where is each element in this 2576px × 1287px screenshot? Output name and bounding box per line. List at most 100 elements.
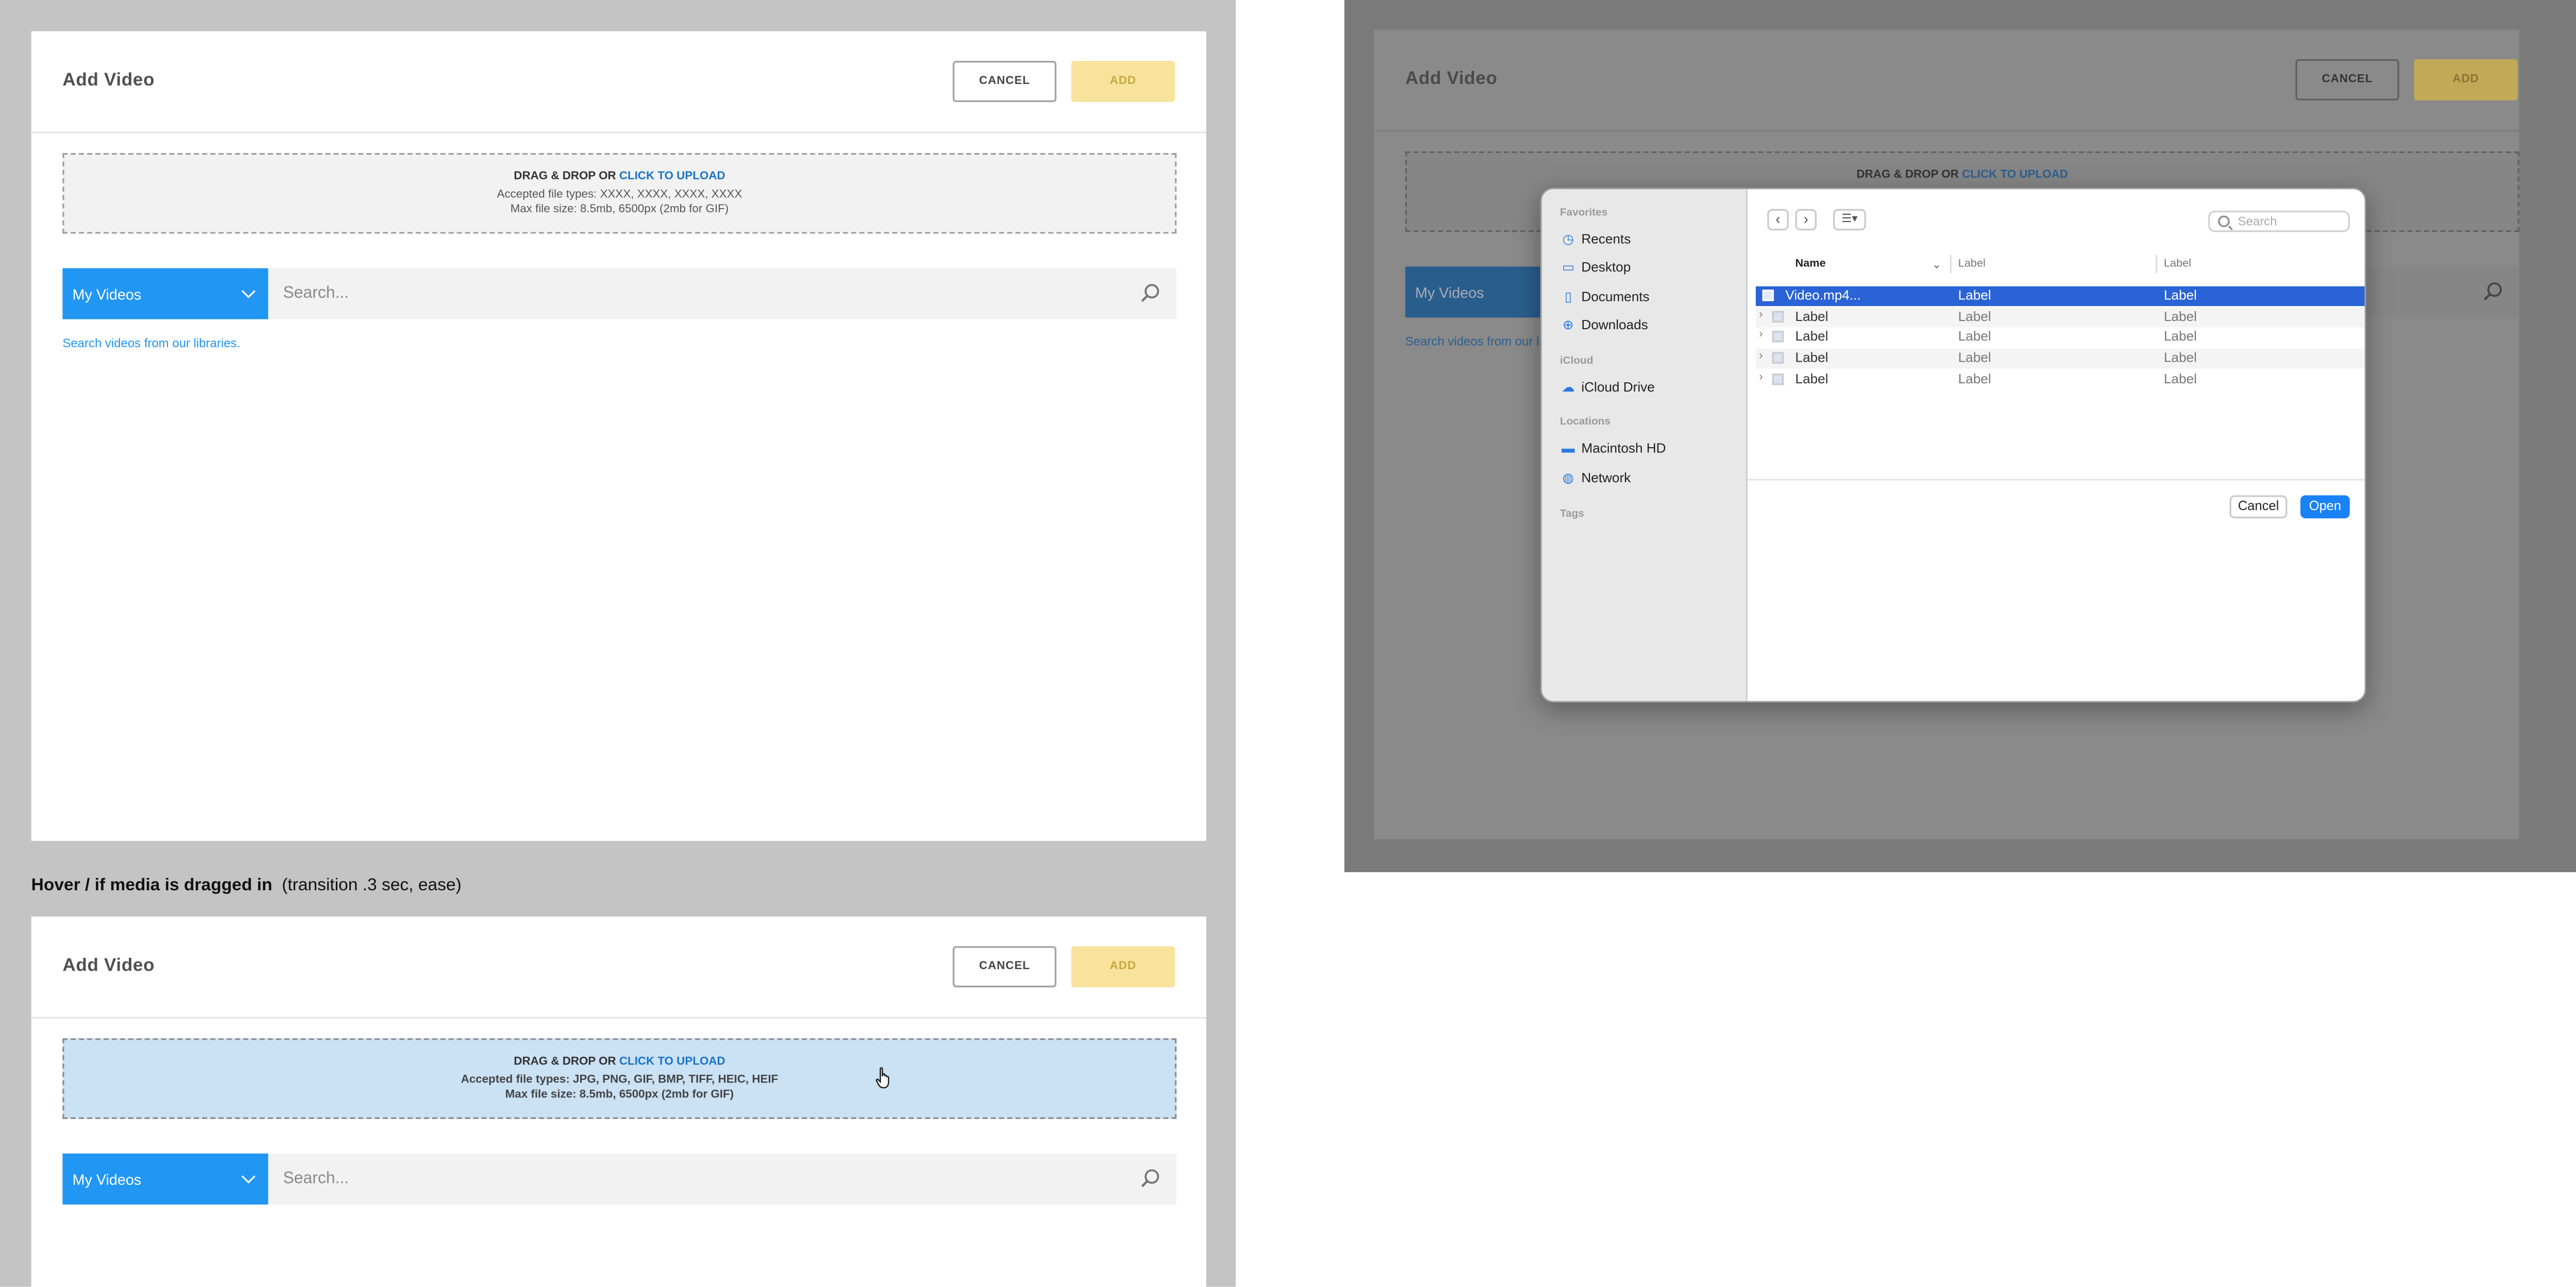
file-row[interactable]: › Label Label Label: [1756, 328, 2365, 347]
view-options-button[interactable]: ☰▾: [1833, 209, 1866, 231]
upload-dropzone-hover[interactable]: DRAG & DROP OR CLICK TO UPLOAD Accepted …: [62, 1038, 1177, 1119]
sidebar-item-recents[interactable]: ◷ Recents: [1562, 232, 1631, 247]
file-picker-dialog: Favorites ◷ Recents ▭ Desktop ▯ Documents ⊕…: [1540, 188, 2366, 703]
file-icon: [1762, 290, 1774, 301]
disclosure-icon[interactable]: ›: [1759, 350, 1762, 362]
search-placeholder: Search...: [283, 1170, 349, 1188]
dropzone-heading: DRAG & DROP OR CLICK TO UPLOAD: [1407, 168, 2518, 184]
sidebar-item-downloads[interactable]: ⊕ Downloads: [1562, 317, 1648, 332]
search-input[interactable]: Search...: [268, 1153, 1177, 1205]
library-select[interactable]: My Videos: [62, 268, 268, 319]
download-icon: ⊕: [1563, 316, 1574, 332]
sidebar-item-label: iCloud Drive: [1581, 380, 1655, 395]
disclosure-icon[interactable]: ›: [1759, 329, 1762, 341]
file-cell: Label: [1958, 329, 1991, 344]
chevron-down-icon[interactable]: ⌄: [1932, 258, 1942, 272]
click-to-upload-link: CLICK TO UPLOAD: [1962, 169, 2068, 181]
sidebar-item-label: Desktop: [1581, 260, 1631, 275]
library-select[interactable]: My Videos: [62, 1153, 268, 1205]
footer-divider: [1747, 479, 2365, 481]
column-divider: [1950, 255, 1952, 274]
file-name: Label: [1795, 329, 1828, 344]
drag-drop-text: DRAG & DROP OR: [514, 171, 616, 183]
sidebar-item-label: Documents: [1581, 290, 1650, 304]
file-name: Video.mp4...: [1785, 287, 1861, 303]
search-icon[interactable]: [1140, 1169, 1160, 1188]
hard-drive-icon: ▬: [1562, 440, 1575, 455]
folder-icon: [1772, 374, 1784, 385]
hover-state-note: Hover / if media is dragged in (transiti…: [31, 875, 462, 895]
file-cell: Label: [1958, 309, 1991, 325]
library-select-value: My Videos: [1415, 284, 1484, 301]
back-button[interactable]: ‹: [1767, 209, 1789, 231]
file-cell: Label: [2163, 329, 2197, 344]
search-input[interactable]: Search...: [268, 268, 1177, 319]
file-cell: Label: [2163, 287, 2197, 303]
file-row[interactable]: › Label Label Label: [1755, 308, 2365, 328]
cancel-button[interactable]: CANCEL: [953, 946, 1057, 988]
document-icon: ▯: [1564, 289, 1572, 304]
section-icloud: iCloud: [1560, 355, 1594, 367]
disclosure-icon[interactable]: ›: [1759, 309, 1762, 320]
sidebar-item-label: Network: [1581, 470, 1631, 486]
chevron-down-icon: [241, 284, 256, 298]
sidebar-item-label: Macintosh HD: [1581, 441, 1666, 456]
search-icon[interactable]: [1140, 283, 1160, 302]
sidebar-item-documents[interactable]: ▯ Documents: [1562, 290, 1650, 304]
column-header-name[interactable]: Name: [1795, 258, 1826, 269]
section-tags: Tags: [1560, 508, 1584, 520]
forward-button[interactable]: ›: [1795, 209, 1817, 231]
file-row[interactable]: › Label Label Label: [1756, 370, 2365, 390]
max-size-text: Max file size: 8.5mb, 6500px (2mb for GI…: [505, 1089, 734, 1102]
click-to-upload-link[interactable]: CLICK TO UPLOAD: [619, 1056, 725, 1068]
section-favorites: Favorites: [1560, 207, 1608, 219]
search-placeholder: Search...: [283, 284, 349, 303]
section-locations: Locations: [1560, 416, 1611, 428]
sidebar-item-macintosh-hd[interactable]: ▬ Macintosh HD: [1562, 441, 1666, 456]
sidebar-item-network[interactable]: ◍ Network: [1562, 470, 1631, 485]
cloud-icon: ☁: [1562, 379, 1575, 394]
column-header-label[interactable]: Label: [1958, 258, 1986, 269]
add-video-modal-hover: Add Video CANCEL ADD DRAG & DROP OR CLIC…: [31, 917, 1207, 1287]
chevron-left-icon: ‹: [1775, 210, 1781, 227]
search-icon: [2484, 282, 2502, 300]
accepted-types-text: Accepted file types: JPG, PNG, GIF, BMP,…: [461, 1074, 778, 1086]
file-cell: Label: [2163, 309, 2197, 325]
chevron-down-icon: [241, 1170, 256, 1184]
folder-icon: [1772, 311, 1784, 323]
sidebar-item-label: Recents: [1581, 232, 1631, 247]
note-transition: (transition .3 sec, ease): [282, 875, 462, 895]
search-icon: [2218, 215, 2230, 227]
file-cell: Label: [1958, 350, 1991, 366]
file-cell: Label: [1958, 287, 1991, 303]
cancel-button[interactable]: CANCEL: [953, 61, 1057, 103]
sidebar-item-desktop[interactable]: ▭ Desktop: [1562, 260, 1631, 275]
search-helper-link: Search videos from our libraries.: [1405, 334, 1540, 349]
modal-title: Add Video: [1405, 69, 1498, 89]
note-bold: Hover / if media is dragged in: [31, 875, 273, 895]
clock-icon: ◷: [1562, 231, 1574, 246]
dialog-open-button[interactable]: Open: [2300, 495, 2350, 519]
dialog-cancel-button[interactable]: Cancel: [2229, 495, 2287, 519]
header-divider: [31, 131, 1207, 133]
upload-dropzone[interactable]: DRAG & DROP OR CLICK TO UPLOAD Accepted …: [62, 153, 1177, 234]
disclosure-icon[interactable]: ›: [1759, 372, 1762, 383]
file-picker-sidebar: Favorites ◷ Recents ▭ Desktop ▯ Documents ⊕…: [1541, 189, 1748, 701]
search-row: My Videos Search...: [62, 268, 1177, 319]
column-header-label[interactable]: Label: [2164, 258, 2191, 269]
file-row[interactable]: › Label Label Label: [1755, 349, 2365, 369]
add-button[interactable]: ADD: [1071, 61, 1175, 103]
file-cell: Label: [2163, 371, 2197, 387]
dropzone-heading: DRAG & DROP OR CLICK TO UPLOAD: [64, 1055, 1175, 1071]
click-to-upload-link[interactable]: CLICK TO UPLOAD: [619, 171, 725, 182]
file-search-input[interactable]: Search: [2208, 210, 2350, 232]
search-helper-link[interactable]: Search videos from our libraries.: [62, 336, 240, 351]
file-cell: Label: [2163, 350, 2197, 366]
sidebar-item-icloud-drive[interactable]: ☁ iCloud Drive: [1562, 380, 1655, 395]
file-row-selected[interactable]: Video.mp4... Label Label: [1755, 286, 2365, 307]
add-button: ADD: [2414, 59, 2518, 100]
library-select-value: My Videos: [72, 1172, 142, 1188]
file-name: Label: [1795, 309, 1828, 325]
desktop-icon: ▭: [1562, 259, 1574, 274]
add-button[interactable]: ADD: [1071, 946, 1175, 988]
